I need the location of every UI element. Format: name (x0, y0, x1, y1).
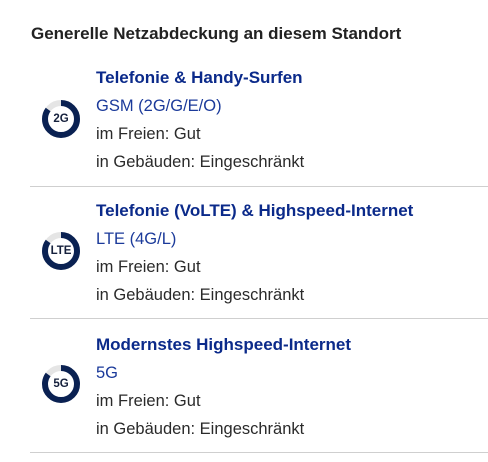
outdoor-coverage: im Freien: Gut (96, 125, 201, 143)
indoor-coverage: in Gebäuden: Eingeschränkt (96, 286, 305, 304)
outdoor-coverage: im Freien: Gut (96, 392, 201, 410)
outdoor-coverage: im Freien: Gut (96, 258, 201, 276)
section-heading: Generelle Netzabdeckung an diesem Stando… (31, 24, 402, 43)
gauge-label: 2G (53, 113, 69, 125)
coverage-item-5g: 5G Modernstes Highspeed-Internet 5G im F… (30, 319, 488, 453)
coverage-item-2g: 2G Telefonie & Handy-Surfen GSM (2G/G/E/… (30, 58, 488, 187)
service-title: Telefonie (VoLTE) & Highspeed-Internet (96, 201, 414, 220)
technology-label: GSM (2G/G/E/O) (96, 97, 222, 115)
technology-label: LTE (4G/L) (96, 230, 177, 248)
technology-label: 5G (96, 364, 119, 382)
signal-gauge-icon: 2G (41, 99, 81, 139)
gauge-label: 5G (53, 378, 69, 390)
coverage-item-lte: LTE Telefonie (VoLTE) & Highspeed-Intern… (30, 187, 488, 319)
service-title: Modernstes Highspeed-Internet (96, 335, 352, 354)
indoor-coverage: in Gebäuden: Eingeschränkt (96, 153, 305, 171)
signal-gauge-icon: LTE (41, 231, 81, 271)
gauge-label: LTE (50, 245, 72, 257)
coverage-panel: Generelle Netzabdeckung an diesem Stando… (0, 0, 488, 462)
service-title: Telefonie & Handy-Surfen (96, 68, 303, 87)
signal-gauge-icon: 5G (41, 364, 81, 404)
indoor-coverage: in Gebäuden: Eingeschränkt (96, 420, 305, 438)
